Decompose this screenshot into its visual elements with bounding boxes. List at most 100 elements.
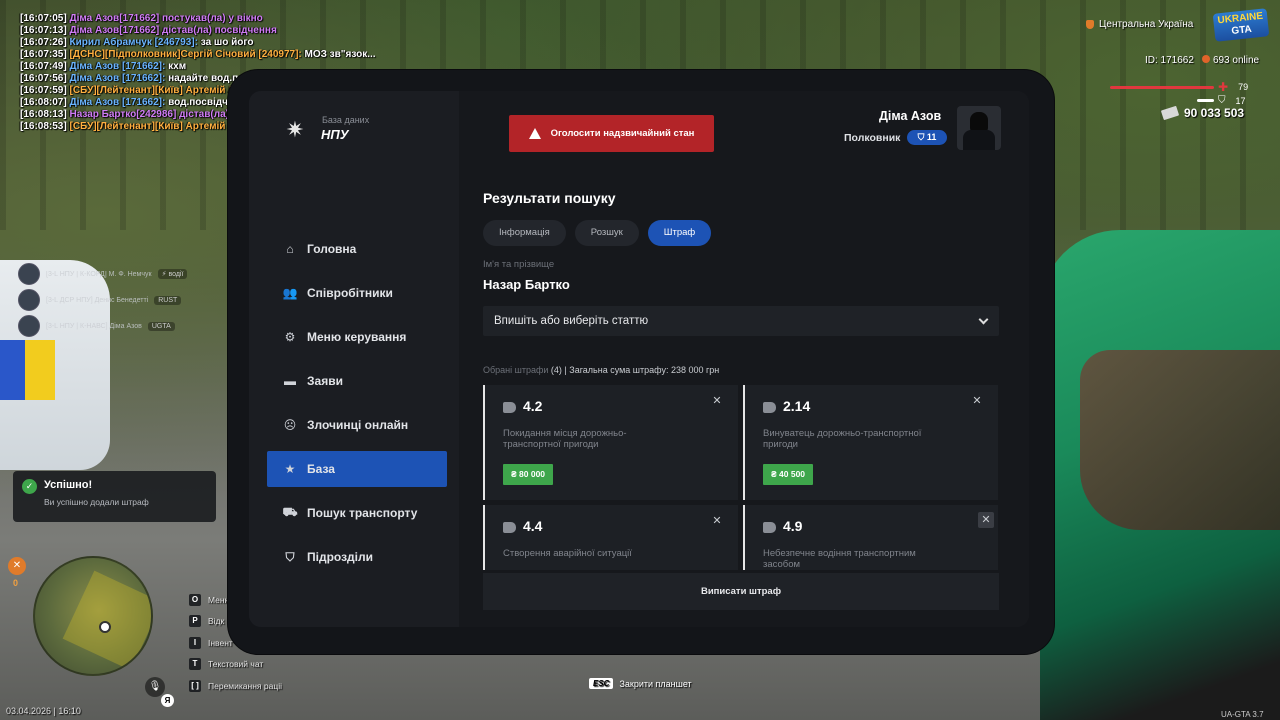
esc-key: ESC <box>589 678 614 689</box>
close-icon[interactable]: ✕ <box>710 514 724 528</box>
mic-badge: Я <box>161 694 174 707</box>
chat-time: [16:07:59] <box>20 85 67 96</box>
hotkey-key: P <box>189 615 201 628</box>
tag-icon <box>763 402 776 413</box>
health-bar <box>1110 85 1214 89</box>
sidebar-item-criminal[interactable]: ☹ Злочинці онлайн <box>267 407 447 443</box>
hotkey-label: Перемикання раціі <box>208 680 282 691</box>
chat-line: [16:07:05] Діма Азов[171662] постукав(ла… <box>20 13 394 25</box>
article-select-placeholder: Впишіть або виберіть статтю <box>494 315 649 327</box>
sidebar-item-label: Меню керування <box>307 330 407 344</box>
police-car-stripe <box>0 340 55 400</box>
criminal-icon: ☹ <box>283 418 297 432</box>
fine-card: 4.9 Небезпечне водіння транспортним засоб… <box>743 505 998 570</box>
hotkey-label: Відк <box>208 616 225 627</box>
chat-time: [16:08:53] <box>20 121 67 132</box>
tab-bar: Інформація Розшук Штраф <box>483 220 712 246</box>
chat-text: Діма Азов[171662] дістав(ла) посвідчення <box>69 25 277 36</box>
health-row: ✚ 79 <box>1110 80 1248 94</box>
minimap <box>33 556 153 676</box>
car-icon: ⛟ <box>282 505 298 519</box>
group-list: [3-L НПУ | К-КОРД] М. Ф. Немчук ⚡ водії [3… <box>18 261 188 339</box>
money-icon <box>1160 105 1180 121</box>
game-version: UA-GTA 3.7 <box>1221 710 1264 719</box>
game-logo: UKRAINE GTA <box>1212 8 1270 42</box>
sidebar-item-car[interactable]: ⛟ Пошук транспорту <box>267 495 447 531</box>
gear-icon: ⚙ <box>284 330 296 344</box>
chat-time: [16:07:56] <box>20 73 67 84</box>
chat-time: [16:08:13] <box>20 109 67 120</box>
chat-text: кхм <box>165 61 187 72</box>
hotkey-key: [ ] <box>189 679 201 692</box>
user-name: Діма Азов <box>879 109 942 123</box>
sidebar-nav: ⌂ Головна 👥 Співробітники ⚙ Меню керування ▬ За… <box>267 231 447 583</box>
article-select[interactable]: Впишіть або виберіть статтю <box>483 306 999 336</box>
rank-level: 11 <box>926 132 937 142</box>
online-text: 693 online <box>1212 55 1260 66</box>
region-indicator: Центральна Україна <box>1086 19 1193 30</box>
fine-code: 4.4 <box>523 518 543 534</box>
sidebar-item-gear[interactable]: ⚙ Меню керування <box>267 319 447 355</box>
close-icon[interactable]: ✕ <box>978 512 994 528</box>
tab-1[interactable]: Розшук <box>574 220 639 246</box>
hotkey-key: T <box>189 658 201 671</box>
fine-description: Винуватець дорожньо-транспортної пригоди <box>763 428 922 450</box>
user-rank: Полковник <box>844 132 901 144</box>
sidebar-item-users[interactable]: 👥 Співробітники <box>267 275 447 311</box>
tag-icon <box>763 522 776 533</box>
sidebar-item-shield[interactable]: ⛉ Підрозділи <box>267 539 447 575</box>
home-icon: ⌂ <box>286 242 294 256</box>
tab-0[interactable]: Інформація <box>483 220 566 246</box>
sidebar-item-home[interactable]: ⌂ Головна <box>267 231 447 267</box>
page-title: Результати пошуку <box>483 190 616 206</box>
online-count: 693 online <box>1201 55 1260 66</box>
issue-fine-button[interactable]: Виписати штраф <box>483 573 999 610</box>
toast-title: Успішно! <box>44 479 93 491</box>
sidebar: ✷ База даних НПУ ⌂ Головна 👥 Співробітники ⚙… <box>249 91 459 627</box>
sidebar-item-folder[interactable]: ▬ Заяви <box>267 363 447 399</box>
avatar <box>18 263 40 285</box>
fine-description: Створення аварійної ситуації <box>503 548 632 559</box>
fines-summary: Обрані штрафи (4) | Загальна сума штрафу… <box>483 365 719 375</box>
chat-text: Кирил Абрамчук [246793]: <box>69 37 198 48</box>
chat-time: [16:08:07] <box>20 97 67 108</box>
group-member-tag: RUST <box>154 295 182 305</box>
sidebar-item-label: Підрозділи <box>307 550 373 564</box>
name-value: Назар Бартко <box>483 277 570 292</box>
sidebar-item-label: База <box>307 462 335 476</box>
sidebar-item-label: Співробітники <box>307 286 393 300</box>
fine-code: 4.2 <box>523 398 543 414</box>
main-content: Результати пошуку Інформація Розшук Штраф … <box>459 153 1029 627</box>
chat-text: за шо його <box>197 37 254 48</box>
emergency-button[interactable]: Оголосити надзвичайний стан <box>509 115 714 152</box>
avatar <box>18 315 40 337</box>
close-icon[interactable]: ✕ <box>710 394 724 408</box>
hotkey-item: T Текстовий чат <box>189 654 282 676</box>
group-member-tag: ⚡ водії <box>157 269 188 279</box>
sidebar-item-star[interactable]: ★ База <box>267 451 447 487</box>
emergency-button-label: Оголосити надзвичайний стан <box>550 128 695 139</box>
group-member-name: [3-L НПУ | К-НАВС] Діма Азов <box>46 322 142 330</box>
chat-text: Діма Азов [171662]: <box>69 73 166 84</box>
fines-summary-label: Обрані штрафи <box>483 365 549 375</box>
player-id: ID: 171662 <box>1145 55 1194 66</box>
group-member: [3-L ДСР НПУ] Денис Бенедетті RUST <box>18 287 187 313</box>
name-label: Ім'я та прізвище <box>483 259 555 270</box>
minimap-zone <box>62 570 151 671</box>
hotkey-label: Інвент <box>208 637 233 648</box>
avatar[interactable] <box>957 106 1001 150</box>
chat-text: Діма Азов[171662] постукав(ла) у вікно <box>69 13 263 24</box>
hunger-icon: ✕ <box>8 557 26 575</box>
star-icon: ★ <box>284 462 296 476</box>
rank-badge: ⛉ 11 <box>907 130 947 145</box>
chat-text: МОЗ зв"язок... <box>301 49 376 60</box>
tab-2[interactable]: Штраф <box>647 220 712 246</box>
avatar <box>18 289 40 311</box>
warning-icon <box>528 128 541 139</box>
microphone-icon[interactable]: 🎙 <box>145 677 165 697</box>
chat-line: [16:07:26] Кирил Абрамчук [246793]: за ш… <box>20 37 394 49</box>
chat-time: [16:07:35] <box>20 49 67 60</box>
group-member: [3-L НПУ | К-НАВС] Діма Азов UGTA <box>18 313 187 339</box>
hotkey-key: O <box>189 593 201 606</box>
close-icon[interactable]: ✕ <box>970 394 984 408</box>
